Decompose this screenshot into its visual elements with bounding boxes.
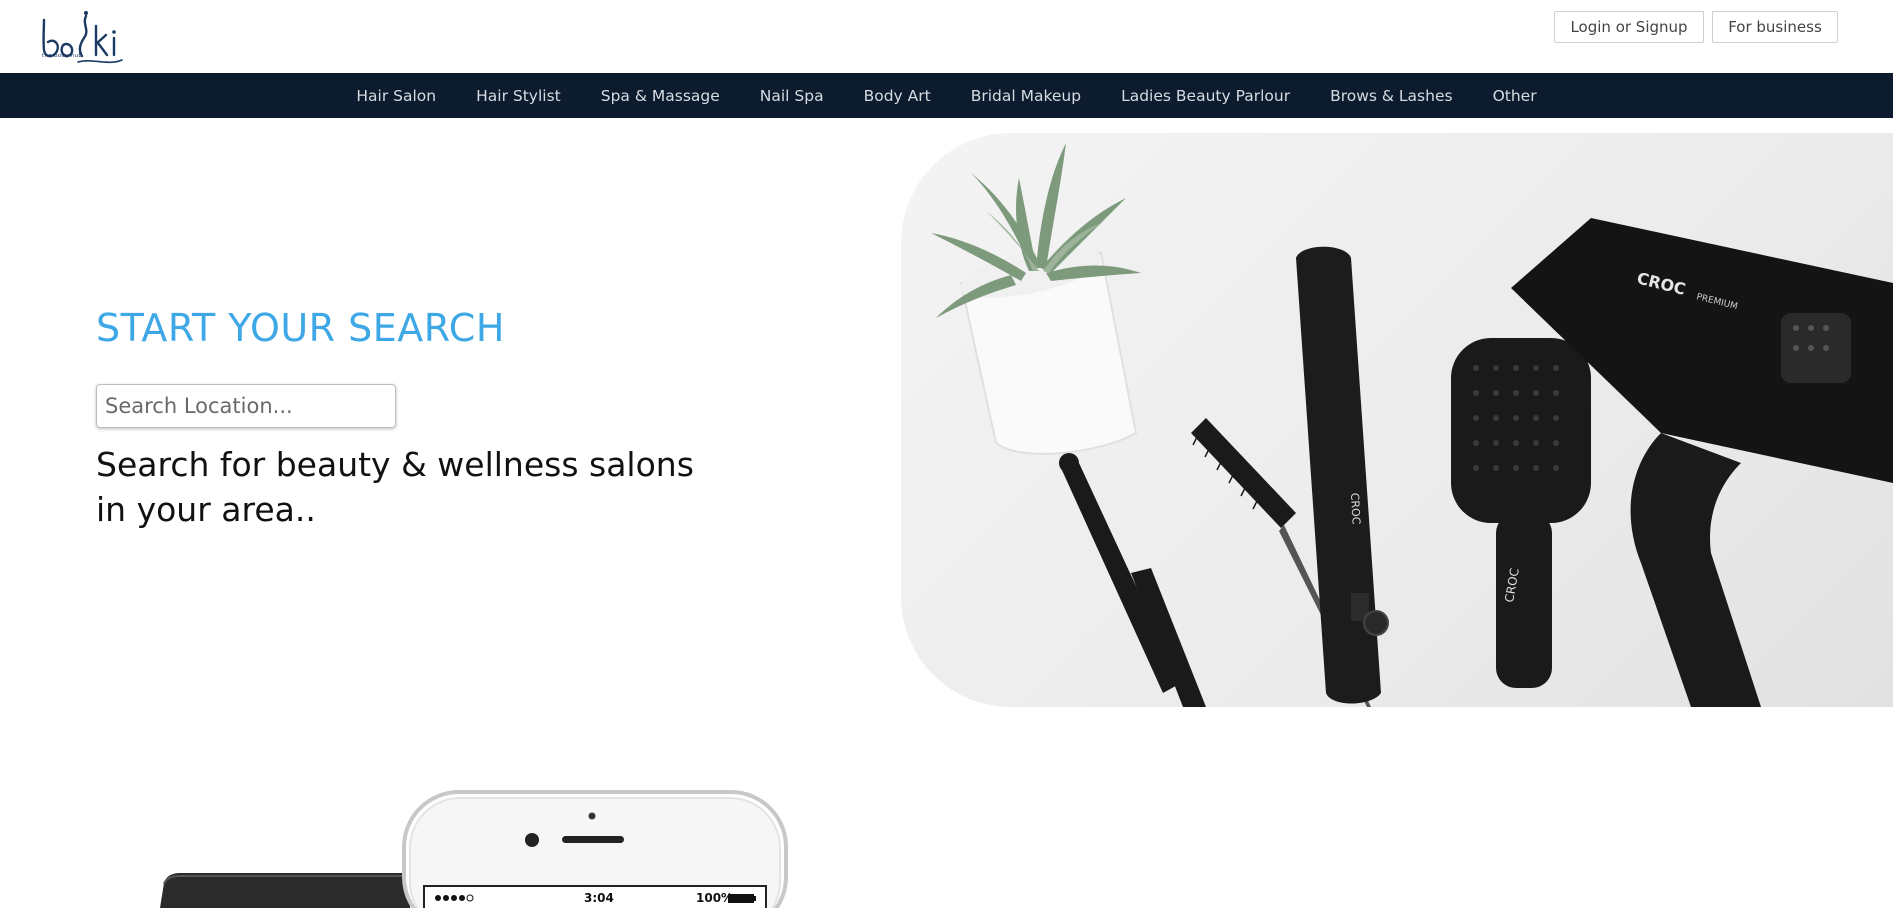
paddle-brush-icon: CROC (1451, 338, 1591, 688)
logo-mark-icon (42, 11, 123, 64)
nav-item-body-art[interactable]: Body Art (844, 87, 951, 105)
nav-item-ladies-beauty-parlour[interactable]: Ladies Beauty Parlour (1101, 87, 1310, 105)
hair-tools-illustration: CROC CROC CROC PREMIUM (931, 143, 1893, 707)
hero-title: START YOUR SEARCH (96, 306, 505, 350)
hair-straightener-icon: CROC (1296, 246, 1389, 704)
nav-item-hair-salon[interactable]: Hair Salon (336, 87, 456, 105)
nav-item-nail-spa[interactable]: Nail Spa (740, 87, 844, 105)
hero-subtitle: Search for beauty & wellness salons in y… (96, 445, 694, 529)
for-business-button[interactable]: For business (1712, 11, 1838, 43)
logo-tagline: the body hub (42, 53, 83, 59)
svg-text:CROC: CROC (1348, 492, 1363, 525)
hero-image: CROC CROC CROC PREMIUM (901, 133, 1893, 707)
category-navbar: Hair Salon Hair Stylist Spa & Massage Na… (0, 73, 1893, 118)
login-signup-button[interactable]: Login or Signup (1554, 11, 1704, 43)
nav-item-bridal-makeup[interactable]: Bridal Makeup (951, 87, 1101, 105)
hair-clip-icon (1059, 453, 1206, 707)
phone-time: 3:04 (584, 891, 614, 905)
boski-logo[interactable] (38, 8, 128, 68)
site-header: the body hub Login or Signup For busines… (0, 0, 1893, 73)
smartphone-icon (160, 790, 788, 908)
nav-list: Hair Salon Hair Stylist Spa & Massage Na… (336, 87, 1556, 105)
nav-item-hair-stylist[interactable]: Hair Stylist (456, 87, 581, 105)
succulent-plant-icon (931, 143, 1141, 455)
app-phones-mockup: 3:04 100% (150, 788, 790, 908)
nav-item-other[interactable]: Other (1473, 87, 1557, 105)
search-location-input[interactable] (96, 384, 396, 428)
phone-battery: 100% (696, 891, 734, 905)
nav-item-brows-lashes[interactable]: Brows & Lashes (1310, 87, 1473, 105)
nav-item-spa-massage[interactable]: Spa & Massage (581, 87, 740, 105)
